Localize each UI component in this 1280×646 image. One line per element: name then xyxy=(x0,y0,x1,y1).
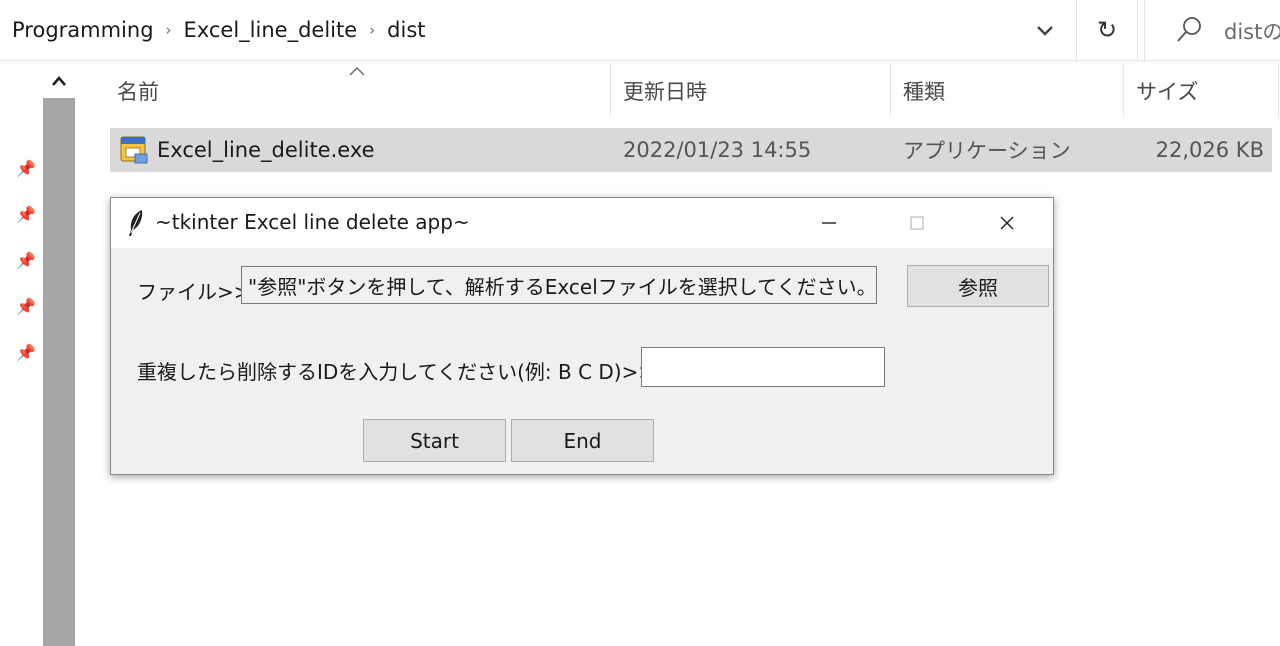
close-icon xyxy=(1000,216,1014,230)
column-type[interactable]: 種類 xyxy=(903,64,945,118)
window-title: ~tkinter Excel line delete app~ xyxy=(155,210,470,234)
scroll-up-button[interactable] xyxy=(43,64,75,98)
pin-icon[interactable]: 📌 xyxy=(16,296,36,316)
chevron-down-icon xyxy=(1037,26,1053,36)
minimize-button[interactable] xyxy=(799,198,859,248)
search-icon xyxy=(1177,17,1201,42)
column-header: 名前 更新日時 種類 サイズ xyxy=(75,64,1280,118)
pin-icon[interactable]: 📌 xyxy=(16,342,36,362)
column-divider[interactable] xyxy=(890,64,891,118)
file-label: ファイル>> xyxy=(137,280,251,304)
breadcrumb-item-programming[interactable]: Programming xyxy=(12,18,154,42)
search-input[interactable]: distの xyxy=(1224,16,1280,46)
file-row[interactable]: Excel_line_delite.exe 2022/01/23 14:55 ア… xyxy=(110,128,1272,172)
close-button[interactable] xyxy=(977,198,1037,248)
file-name: Excel_line_delite.exe xyxy=(157,138,375,162)
chevron-right-icon[interactable]: › xyxy=(166,21,172,39)
chevron-right-icon[interactable]: › xyxy=(369,21,375,39)
column-modified[interactable]: 更新日時 xyxy=(623,64,707,118)
sort-ascending-icon xyxy=(349,67,365,76)
file-size: 22,026 KB xyxy=(1155,138,1264,162)
pin-icon[interactable]: 📌 xyxy=(16,250,36,270)
maximize-button[interactable] xyxy=(887,198,947,248)
column-divider[interactable] xyxy=(610,64,611,118)
feather-icon xyxy=(129,210,143,236)
breadcrumb: Programming › Excel_line_delite › dist xyxy=(12,14,426,46)
tkinter-window: ~tkinter Excel line delete app~ ファイル>> "… xyxy=(110,197,1054,475)
navigation-pane: 📌 📌 📌 📌 📌 xyxy=(0,64,42,646)
address-history-dropdown[interactable] xyxy=(1025,14,1065,46)
file-type: アプリケーション xyxy=(903,139,1071,163)
refresh-icon: ↻ xyxy=(1096,16,1118,44)
end-button[interactable]: End xyxy=(511,419,654,462)
scrollbar[interactable] xyxy=(43,98,75,646)
column-name[interactable]: 名前 xyxy=(117,64,159,118)
id-label: 重複したら削除するIDを入力してください(例: B C D)>> xyxy=(137,360,656,384)
column-size[interactable]: サイズ xyxy=(1136,64,1198,118)
column-divider[interactable] xyxy=(1278,64,1279,118)
pin-icon[interactable]: 📌 xyxy=(16,158,36,178)
pin-icon[interactable]: 📌 xyxy=(16,204,36,224)
breadcrumb-item-excel-line-delite[interactable]: Excel_line_delite xyxy=(184,18,358,42)
id-input[interactable] xyxy=(641,347,885,387)
browse-button[interactable]: 参照 xyxy=(907,265,1049,307)
maximize-icon xyxy=(910,216,924,230)
refresh-button[interactable]: ↻ xyxy=(1076,0,1138,60)
search-box[interactable]: distの xyxy=(1144,0,1280,60)
file-path-entry[interactable]: "参照"ボタンを押して、解析するExcelファイルを選択してください。 xyxy=(241,266,877,304)
window-title-bar[interactable]: ~tkinter Excel line delete app~ xyxy=(111,198,1053,248)
column-divider[interactable] xyxy=(1123,64,1124,118)
application-icon xyxy=(120,136,148,164)
chevron-up-icon xyxy=(52,76,66,86)
breadcrumb-item-dist[interactable]: dist xyxy=(387,18,425,42)
minimize-icon xyxy=(822,222,836,224)
start-button[interactable]: Start xyxy=(363,419,506,462)
screen: Programming › Excel_line_delite › dist ↻… xyxy=(0,0,1280,646)
address-bar: Programming › Excel_line_delite › dist ↻… xyxy=(0,0,1280,61)
file-modified: 2022/01/23 14:55 xyxy=(623,138,812,162)
